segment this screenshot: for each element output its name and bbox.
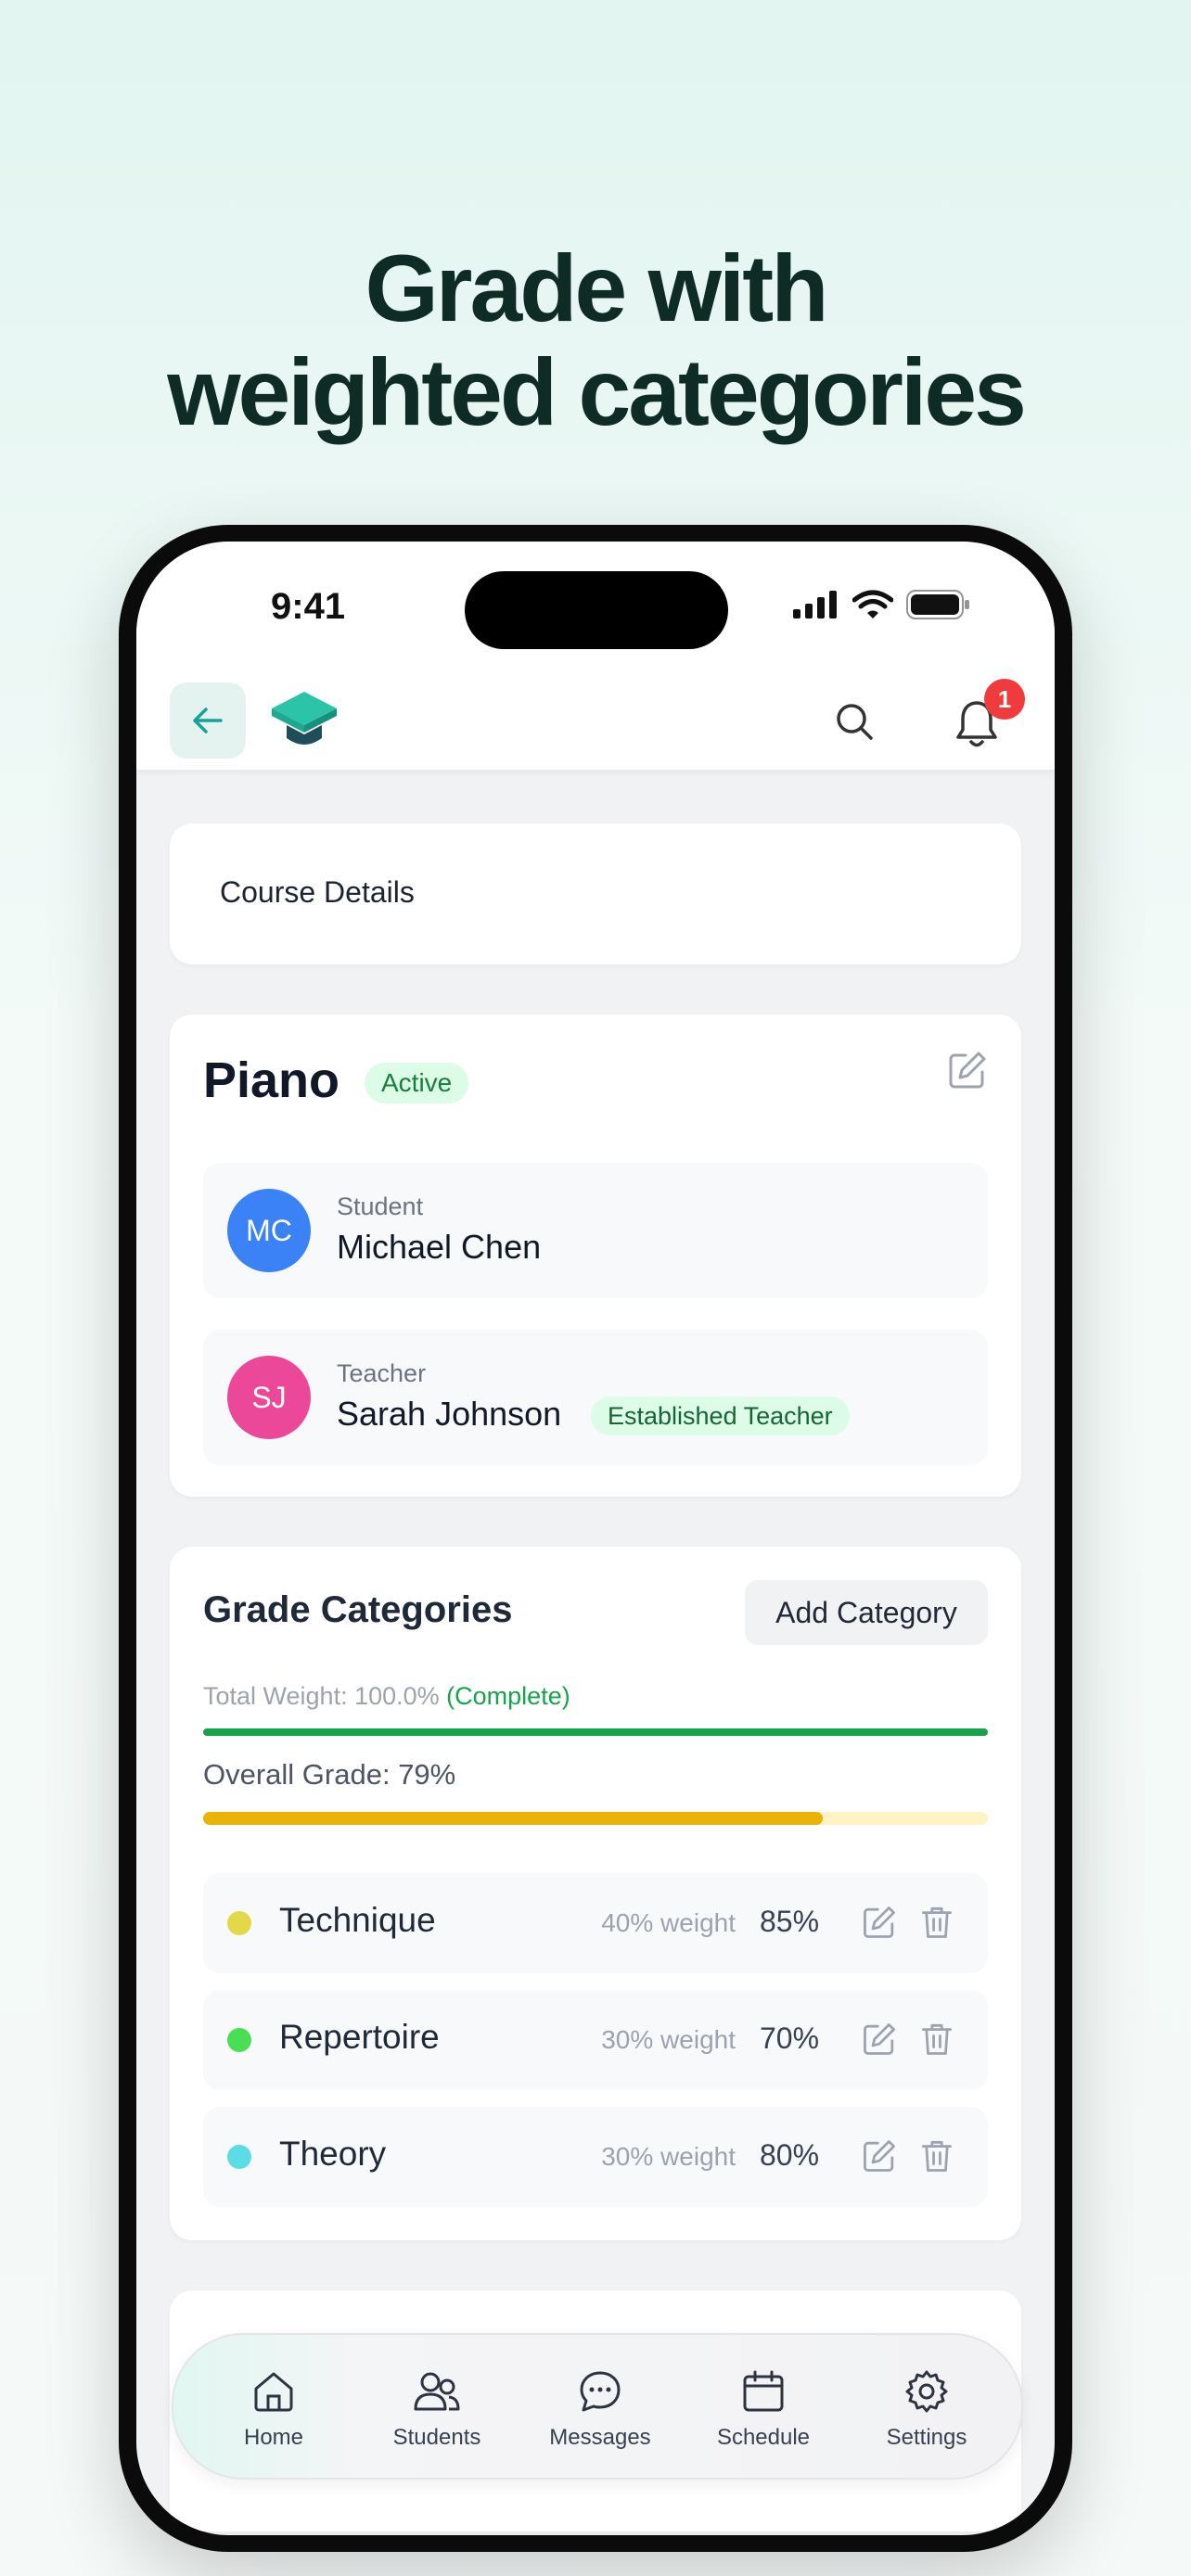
- category-color-dot: [227, 2145, 251, 2169]
- category-score: 70%: [760, 2021, 820, 2055]
- tab-students[interactable]: Students: [355, 2368, 519, 2451]
- wifi-icon: [852, 590, 893, 618]
- gear-icon: [905, 2370, 948, 2413]
- avatar: SJ: [227, 1356, 311, 1439]
- overall-grade-label: Overall Grade: 79%: [203, 1758, 456, 1791]
- delete-category-button[interactable]: [919, 2138, 954, 2178]
- trash-icon: [921, 1906, 953, 1938]
- course-info-card: Piano Active MC Student Michael Chen SJ …: [170, 1014, 1021, 1497]
- search-button[interactable]: [834, 701, 875, 746]
- tab-schedule[interactable]: Schedule: [682, 2368, 845, 2451]
- teacher-badge: Established Teacher: [591, 1396, 850, 1435]
- student-name: Michael Chen: [337, 1228, 542, 1266]
- teacher-row[interactable]: SJ Teacher Sarah Johnson Established Tea…: [203, 1330, 988, 1465]
- category-color-dot: [227, 1911, 251, 1935]
- category-row: Repertoire 30% weight 70%: [203, 1990, 988, 2090]
- edit-icon: [864, 1906, 895, 1938]
- tab-label: Home: [243, 2425, 304, 2450]
- tab-home[interactable]: Home: [192, 2368, 355, 2451]
- edit-category-button[interactable]: [862, 1905, 897, 1945]
- teacher-role-label: Teacher: [337, 1359, 427, 1387]
- search-icon: [837, 704, 873, 740]
- trash-icon: [921, 2023, 953, 2055]
- signal-icon: [793, 591, 837, 618]
- arrow-left-icon: [193, 708, 223, 733]
- course-name: Piano: [203, 1052, 340, 1108]
- trash-icon: [921, 2140, 953, 2172]
- category-row: Technique 40% weight 85%: [203, 1873, 988, 1973]
- headline-line-2: weighted categories: [167, 339, 1027, 445]
- tab-settings[interactable]: Settings: [845, 2368, 1008, 2451]
- category-color-dot: [227, 2028, 251, 2052]
- student-role-label: Student: [337, 1192, 424, 1220]
- headline-line-1: Grade with: [365, 236, 828, 341]
- edit-category-button[interactable]: [862, 2138, 897, 2178]
- tab-label: Messages: [549, 2425, 651, 2450]
- category-name: Theory: [279, 2135, 387, 2173]
- back-button[interactable]: [170, 682, 246, 759]
- chat-icon: [580, 2371, 621, 2412]
- overall-grade-fill: [203, 1812, 824, 1825]
- category-score: 80%: [760, 2138, 820, 2172]
- category-name: Technique: [279, 1901, 436, 1939]
- dynamic-island: [465, 571, 728, 649]
- battery-icon: [906, 590, 969, 619]
- category-weight: 30% weight: [601, 2025, 736, 2054]
- grade-categories-card: Grade Categories Add Category Total Weig…: [170, 1547, 1021, 2240]
- total-weight-bar: [203, 1728, 988, 1736]
- users-icon: [414, 2372, 460, 2411]
- teacher-name: Sarah Johnson: [337, 1395, 562, 1433]
- headline: Grade with weighted categories: [0, 236, 1191, 444]
- delete-category-button[interactable]: [919, 1905, 954, 1945]
- app-logo: [270, 690, 339, 756]
- category-row: Theory 30% weight 80%: [203, 2107, 988, 2207]
- delete-category-button[interactable]: [919, 2021, 954, 2061]
- tab-messages[interactable]: Messages: [519, 2368, 682, 2451]
- edit-icon: [949, 1052, 986, 1089]
- edit-category-button[interactable]: [862, 2021, 897, 2061]
- status-icons: [793, 590, 971, 619]
- add-category-button[interactable]: Add Category: [745, 1580, 988, 1645]
- edit-icon: [864, 2140, 895, 2172]
- category-score: 85%: [760, 1905, 820, 1938]
- total-weight: Total Weight: 100.0% (Complete): [203, 1682, 570, 1711]
- app-screen: 9:41 1 Course Details Piano Active MC St…: [136, 542, 1055, 2535]
- course-details-title: Course Details: [220, 875, 415, 909]
- tab-label: Settings: [886, 2425, 967, 2450]
- category-name: Repertoire: [279, 2018, 440, 2056]
- edit-course-button[interactable]: [947, 1050, 988, 1095]
- total-weight-label: Total Weight: 100.0%: [203, 1682, 440, 1710]
- tab-label: Schedule: [716, 2425, 811, 2450]
- notification-badge: 1: [984, 679, 1025, 720]
- tab-label: Students: [392, 2425, 481, 2450]
- graduation-cap-icon: [272, 692, 337, 745]
- total-weight-status: (Complete): [446, 1682, 570, 1710]
- overall-grade-bar: [203, 1812, 988, 1825]
- calendar-icon: [743, 2370, 784, 2412]
- avatar: MC: [227, 1189, 311, 1272]
- category-weight: 30% weight: [601, 2142, 736, 2171]
- course-details-card[interactable]: Course Details: [170, 823, 1021, 964]
- home-icon: [254, 2372, 293, 2412]
- status-badge: Active: [365, 1063, 469, 1103]
- status-time: 9:41: [271, 586, 346, 627]
- edit-icon: [864, 2023, 895, 2055]
- tab-bar: Home Students Messages Schedule Settings: [172, 2333, 1023, 2480]
- category-weight: 40% weight: [601, 1908, 736, 1937]
- grade-categories-title: Grade Categories: [203, 1589, 513, 1630]
- student-row[interactable]: MC Student Michael Chen: [203, 1163, 988, 1298]
